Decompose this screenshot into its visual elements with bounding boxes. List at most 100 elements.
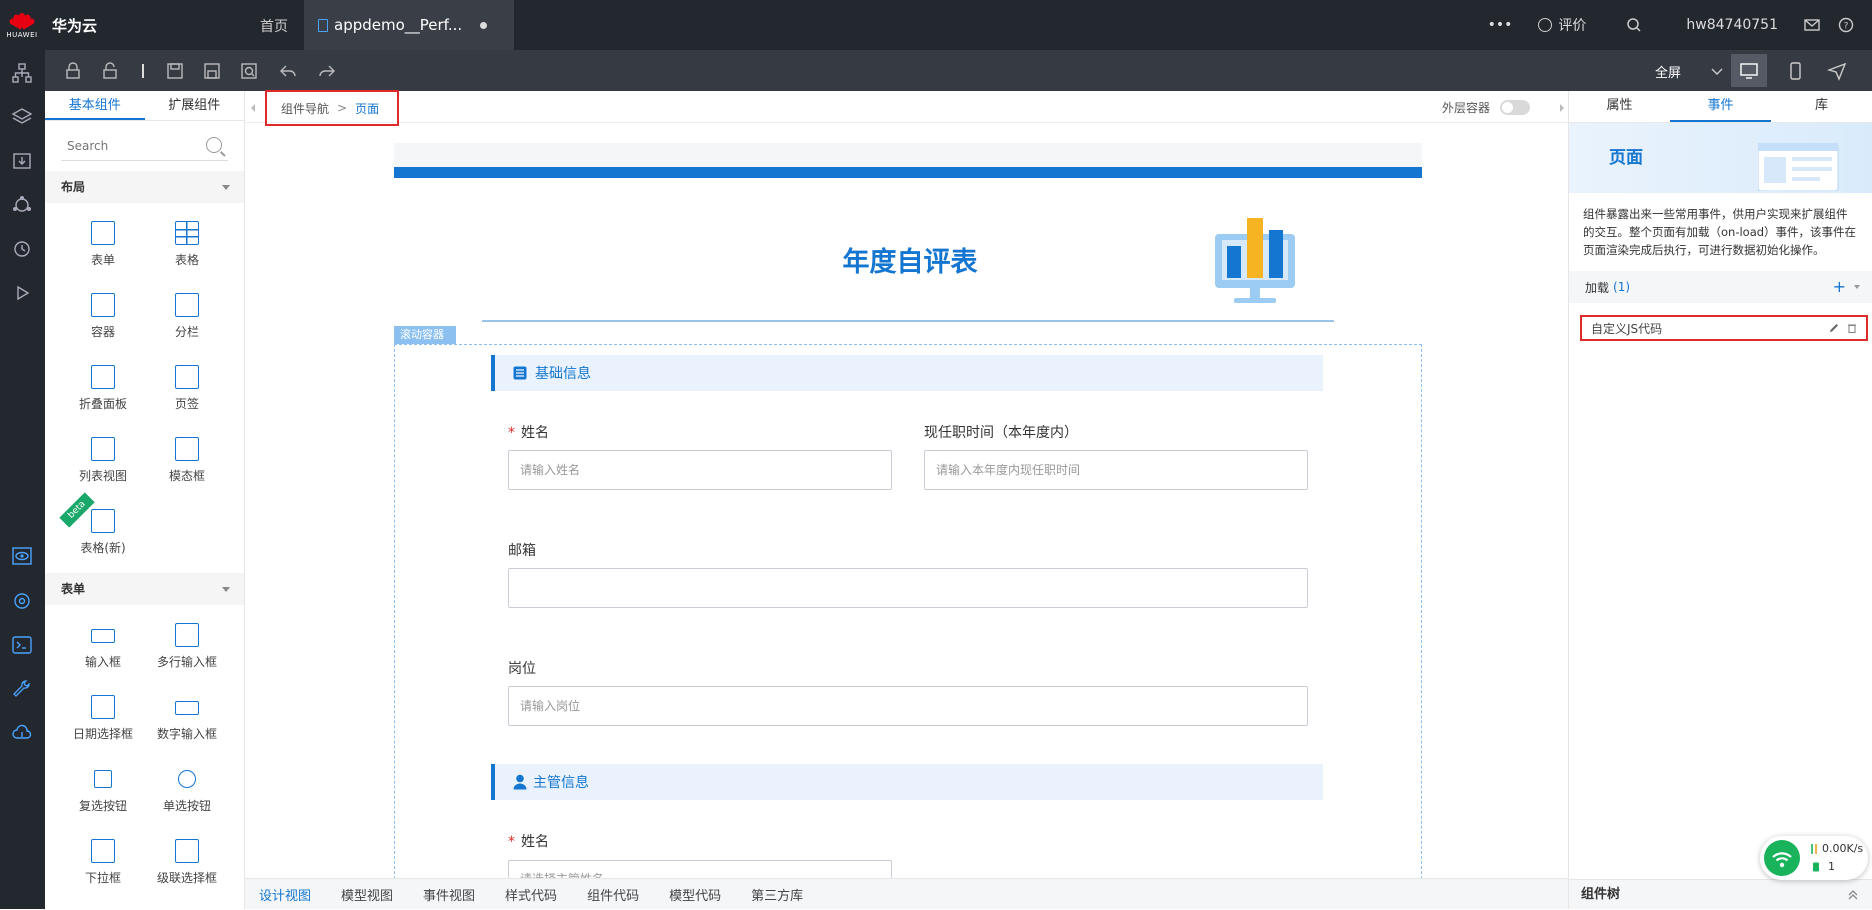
comp-table[interactable]: 表格 (145, 211, 229, 283)
chevron-down-icon[interactable] (1707, 61, 1727, 81)
save-icon[interactable] (165, 61, 185, 81)
network-speed: 0.00K/s (1822, 842, 1864, 855)
huawei-logo[interactable]: HUAWEI (0, 0, 44, 50)
tab-model-view[interactable]: 模型视图 (341, 885, 393, 904)
tab-third-party-libs[interactable]: 第三方库 (751, 885, 803, 904)
search-icon[interactable] (206, 137, 222, 153)
collapse-right-icon[interactable] (1560, 104, 1564, 112)
network-icon[interactable] (11, 194, 33, 216)
add-event-button[interactable]: + (1833, 277, 1846, 296)
position-input[interactable]: 请输入岗位 (508, 686, 1308, 726)
collapse-panel-icon (91, 365, 115, 389)
email-input[interactable] (508, 568, 1308, 608)
breadcrumb-page[interactable]: 页面 (355, 100, 379, 117)
rate-button[interactable]: 评价 (1538, 15, 1586, 35)
comp-label: 复选按钮 (78, 799, 127, 813)
double-chevron-up-icon[interactable] (1847, 889, 1859, 901)
nav-home-link[interactable]: 首页 (260, 16, 288, 36)
lock-icon[interactable] (63, 61, 83, 81)
tab-event-view[interactable]: 事件视图 (423, 885, 475, 904)
preview-eye-icon[interactable] (11, 545, 33, 567)
cloud-upload-icon[interactable] (11, 722, 33, 744)
name-input[interactable]: 请输入姓名 (508, 450, 892, 490)
comp-list-view[interactable]: 列表视图 (61, 427, 145, 499)
comp-select[interactable]: 下拉框 (61, 829, 145, 901)
comp-radio[interactable]: 单选按钮 (145, 757, 229, 829)
preview-icon[interactable] (239, 61, 259, 81)
breadcrumb-component-nav[interactable]: 组件导航 (281, 100, 329, 117)
tenure-input[interactable]: 请输入本年度内现任职时间 (924, 450, 1308, 490)
target-icon[interactable] (11, 590, 33, 612)
comp-input[interactable]: 输入框 (61, 613, 145, 685)
component-tree-title: 组件树 (1581, 887, 1621, 902)
tab-events[interactable]: 事件 (1670, 91, 1771, 122)
wrench-icon[interactable] (11, 678, 33, 700)
comp-container[interactable]: 容器 (61, 283, 145, 355)
comp-date-picker[interactable]: 日期选择框 (61, 685, 145, 757)
section-basic-info[interactable]: 基础信息 (491, 355, 1323, 391)
edit-pencil-icon[interactable] (1828, 322, 1840, 334)
mail-button[interactable] (1804, 18, 1820, 32)
event-item-custom-js[interactable]: 自定义JS代码 (1580, 315, 1868, 341)
undo-icon[interactable] (278, 61, 298, 81)
section-form-header[interactable]: 表单 (45, 573, 244, 605)
breadcrumb: 组件导航 > 页面 (265, 90, 399, 126)
comp-modal[interactable]: 模态框 (145, 427, 229, 499)
download-box-icon[interactable] (11, 150, 33, 172)
comp-collapse[interactable]: 折叠面板 (61, 355, 145, 427)
mobile-icon[interactable] (1785, 61, 1805, 81)
scroll-container-label[interactable]: 滚动容器 (394, 326, 456, 344)
file-tab[interactable]: appdemo__Perf... (304, 0, 514, 50)
component-search-input[interactable] (61, 133, 191, 159)
unlock-icon[interactable] (100, 61, 120, 81)
comp-table-new[interactable]: beta 表格(新) (59, 492, 145, 571)
help-button[interactable]: ? (1838, 17, 1854, 33)
publish-send-icon[interactable] (1827, 61, 1847, 81)
delete-trash-icon[interactable] (1846, 322, 1858, 334)
more-button[interactable]: ••• (1488, 17, 1513, 33)
editor-toolbar: 全屏 (45, 50, 1872, 91)
tab-style-code[interactable]: 样式代码 (505, 885, 557, 904)
checkbox-icon (94, 770, 112, 788)
comp-checkbox[interactable]: 复选按钮 (61, 757, 145, 829)
desktop-view-button[interactable] (1731, 54, 1767, 87)
caret-down-icon[interactable] (1854, 285, 1860, 289)
battery-icon (1813, 862, 1819, 872)
collapse-left-icon[interactable] (251, 104, 255, 112)
tab-extended-components[interactable]: 扩展组件 (145, 91, 245, 120)
tab-library[interactable]: 库 (1771, 91, 1872, 122)
section-layout-header[interactable]: 布局 (45, 171, 244, 203)
comp-tabs[interactable]: 页签 (145, 355, 229, 427)
save-as-icon[interactable] (202, 61, 222, 81)
cascader-icon (175, 839, 199, 863)
tenure-label: 现任职时间（本年度内） (924, 425, 1078, 441)
comp-columns[interactable]: 分栏 (145, 283, 229, 355)
tab-component-code[interactable]: 组件代码 (587, 885, 639, 904)
comp-cascader[interactable]: 级联选择框 (145, 829, 229, 901)
tab-properties[interactable]: 属性 (1569, 91, 1670, 122)
tab-basic-components[interactable]: 基本组件 (45, 91, 145, 120)
tab-design-view[interactable]: 设计视图 (259, 885, 311, 904)
terminal-icon[interactable] (11, 634, 33, 656)
search-button[interactable] (1626, 17, 1642, 33)
brand-name[interactable]: 华为云 (52, 15, 97, 36)
user-account[interactable]: hw84740751 (1686, 17, 1778, 33)
tab-model-code[interactable]: 模型代码 (669, 885, 721, 904)
page-title[interactable]: 年度自评表 (780, 240, 1040, 279)
fullscreen-select[interactable]: 全屏 (1655, 62, 1681, 81)
manager-name-select[interactable]: 请选择主管姓名 (508, 860, 892, 878)
load-event-group[interactable]: 加载 (1) + (1569, 271, 1872, 303)
history-icon[interactable] (11, 238, 33, 260)
layers-icon[interactable] (11, 106, 33, 128)
comp-form[interactable]: 表单 (61, 211, 145, 283)
run-debug-icon[interactable] (11, 282, 33, 304)
comp-number-input[interactable]: 数字输入框 (145, 685, 229, 757)
component-tree-header[interactable]: 组件树 (1569, 879, 1872, 909)
sitemap-icon[interactable] (11, 62, 33, 84)
outer-container-toggle[interactable] (1500, 100, 1531, 115)
section-manager-info[interactable]: 主管信息 (491, 764, 1323, 800)
unsaved-dot-icon[interactable] (480, 21, 488, 29)
network-speed-widget[interactable]: 0.00K/s 1 (1760, 836, 1868, 880)
comp-textarea[interactable]: 多行输入框 (145, 613, 229, 685)
redo-icon[interactable] (317, 61, 337, 81)
